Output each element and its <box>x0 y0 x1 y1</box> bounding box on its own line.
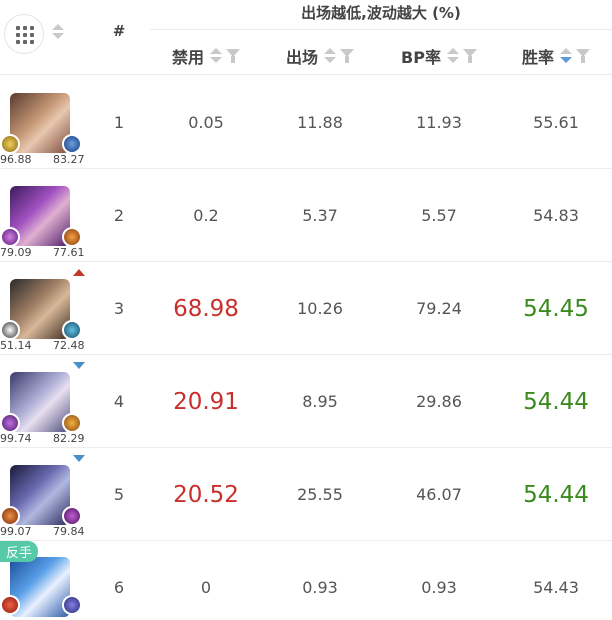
equipment-badge-icon <box>62 320 82 340</box>
rank-cell: 5 <box>113 485 125 504</box>
table-row[interactable]: 51.14 72.48 3 68.98 10.26 79.24 54.45 <box>0 262 612 355</box>
table-header: # 出场越低,波动越大 (%) 禁用 出场 BP率 胜率 <box>0 0 612 75</box>
column-label: 胜率 <box>521 48 554 67</box>
grid-menu-icon <box>16 26 34 44</box>
equipment-badge-icon <box>62 413 82 433</box>
skill-badge-icon <box>0 227 20 247</box>
table-row[interactable]: 99.07 79.84 5 20.52 25.55 46.07 54.44 <box>0 448 612 541</box>
column-label: 禁用 <box>171 48 204 67</box>
hero-stat: 99.07 <box>0 525 32 538</box>
win-rate-cell: 54.43 <box>533 578 579 597</box>
skill-badge-icon <box>0 134 20 154</box>
column-menu-button[interactable] <box>4 14 44 54</box>
filter-icon[interactable] <box>340 49 354 63</box>
column-header-ban[interactable]: 禁用 <box>150 42 262 70</box>
column-header-win[interactable]: 胜率 <box>500 42 612 70</box>
win-rate-cell: 55.61 <box>533 113 579 132</box>
sort-arrows-icon[interactable] <box>446 48 459 64</box>
win-rate-cell: 54.44 <box>523 388 589 415</box>
skill-badge-icon <box>0 413 20 433</box>
ban-rate-cell: 20.91 <box>173 388 239 415</box>
sort-arrows-icon[interactable] <box>324 48 336 64</box>
sort-arrows-icon[interactable] <box>210 48 222 64</box>
hero-stat: 79.84 <box>53 525 85 538</box>
hero-stat: 82.29 <box>53 432 85 445</box>
pick-rate-cell: 10.26 <box>297 299 343 318</box>
bp-rate-cell: 79.24 <box>416 299 462 318</box>
skill-badge-icon <box>0 595 20 615</box>
trend-down-icon <box>73 455 85 462</box>
pick-rate-cell: 8.95 <box>302 392 338 411</box>
win-rate-cell: 54.45 <box>523 295 589 322</box>
hero-stat: 99.74 <box>0 432 32 445</box>
trend-up-icon <box>73 269 85 276</box>
filter-icon[interactable] <box>226 49 240 63</box>
hero-stat: 72.48 <box>53 339 85 352</box>
hero-stat: 96.88 <box>0 153 32 166</box>
hero-stat: 51.14 <box>0 339 32 352</box>
rank-cell: 1 <box>113 113 125 132</box>
bp-rate-cell: 11.93 <box>416 113 462 132</box>
table-row[interactable]: 99.74 82.29 4 20.91 8.95 29.86 54.44 <box>0 355 612 448</box>
skill-badge-icon <box>0 320 20 340</box>
column-header-bp[interactable]: BP率 <box>378 42 500 70</box>
pick-rate-cell: 25.55 <box>297 485 343 504</box>
column-header-pick[interactable]: 出场 <box>262 42 378 70</box>
equipment-badge-icon <box>62 506 82 526</box>
group-title: 出场越低,波动越大 (%) <box>150 2 612 30</box>
filter-icon[interactable] <box>576 49 590 63</box>
hero-tag-badge: 反手 <box>0 541 39 562</box>
sort-arrows-icon[interactable] <box>52 24 64 40</box>
filter-icon[interactable] <box>462 49 477 63</box>
skill-badge-icon <box>0 506 20 526</box>
hero-stat: 77.61 <box>53 246 85 259</box>
equipment-badge-icon <box>62 227 82 247</box>
ban-rate-cell: 0 <box>200 578 212 597</box>
win-rate-cell: 54.83 <box>533 206 579 225</box>
hero-stat: 83.27 <box>53 153 85 166</box>
rank-cell: 2 <box>113 206 125 225</box>
hero-stat: 79.09 <box>0 246 32 259</box>
ban-rate-cell: 0.2 <box>193 206 219 225</box>
pick-rate-cell: 0.93 <box>302 578 338 597</box>
equipment-badge-icon <box>62 595 82 615</box>
rank-cell: 6 <box>113 578 125 597</box>
ban-rate-cell: 20.52 <box>173 481 239 508</box>
column-label: 出场 <box>285 48 318 67</box>
rank-cell: 4 <box>113 392 125 411</box>
table-row[interactable]: 96.88 83.27 1 0.05 11.88 11.93 55.61 <box>0 76 612 169</box>
equipment-badge-icon <box>62 134 82 154</box>
pick-rate-cell: 5.37 <box>302 206 338 225</box>
trend-down-icon <box>73 362 85 369</box>
column-label: BP率 <box>401 48 441 67</box>
rank-header: # <box>112 22 126 40</box>
bp-rate-cell: 29.86 <box>416 392 462 411</box>
pick-rate-cell: 11.88 <box>297 113 343 132</box>
table-row[interactable]: 79.09 77.61 2 0.2 5.37 5.57 54.83 <box>0 169 612 262</box>
bp-rate-cell: 46.07 <box>416 485 462 504</box>
ban-rate-cell: 0.05 <box>188 113 224 132</box>
bp-rate-cell: 5.57 <box>421 206 457 225</box>
table-row[interactable]: 反手 6 0 0.93 0.93 54.43 <box>0 541 612 620</box>
bp-rate-cell: 0.93 <box>421 578 457 597</box>
rank-cell: 3 <box>113 299 125 318</box>
win-rate-cell: 54.44 <box>523 481 589 508</box>
ban-rate-cell: 68.98 <box>173 295 239 322</box>
sort-arrows-icon[interactable] <box>560 48 572 64</box>
